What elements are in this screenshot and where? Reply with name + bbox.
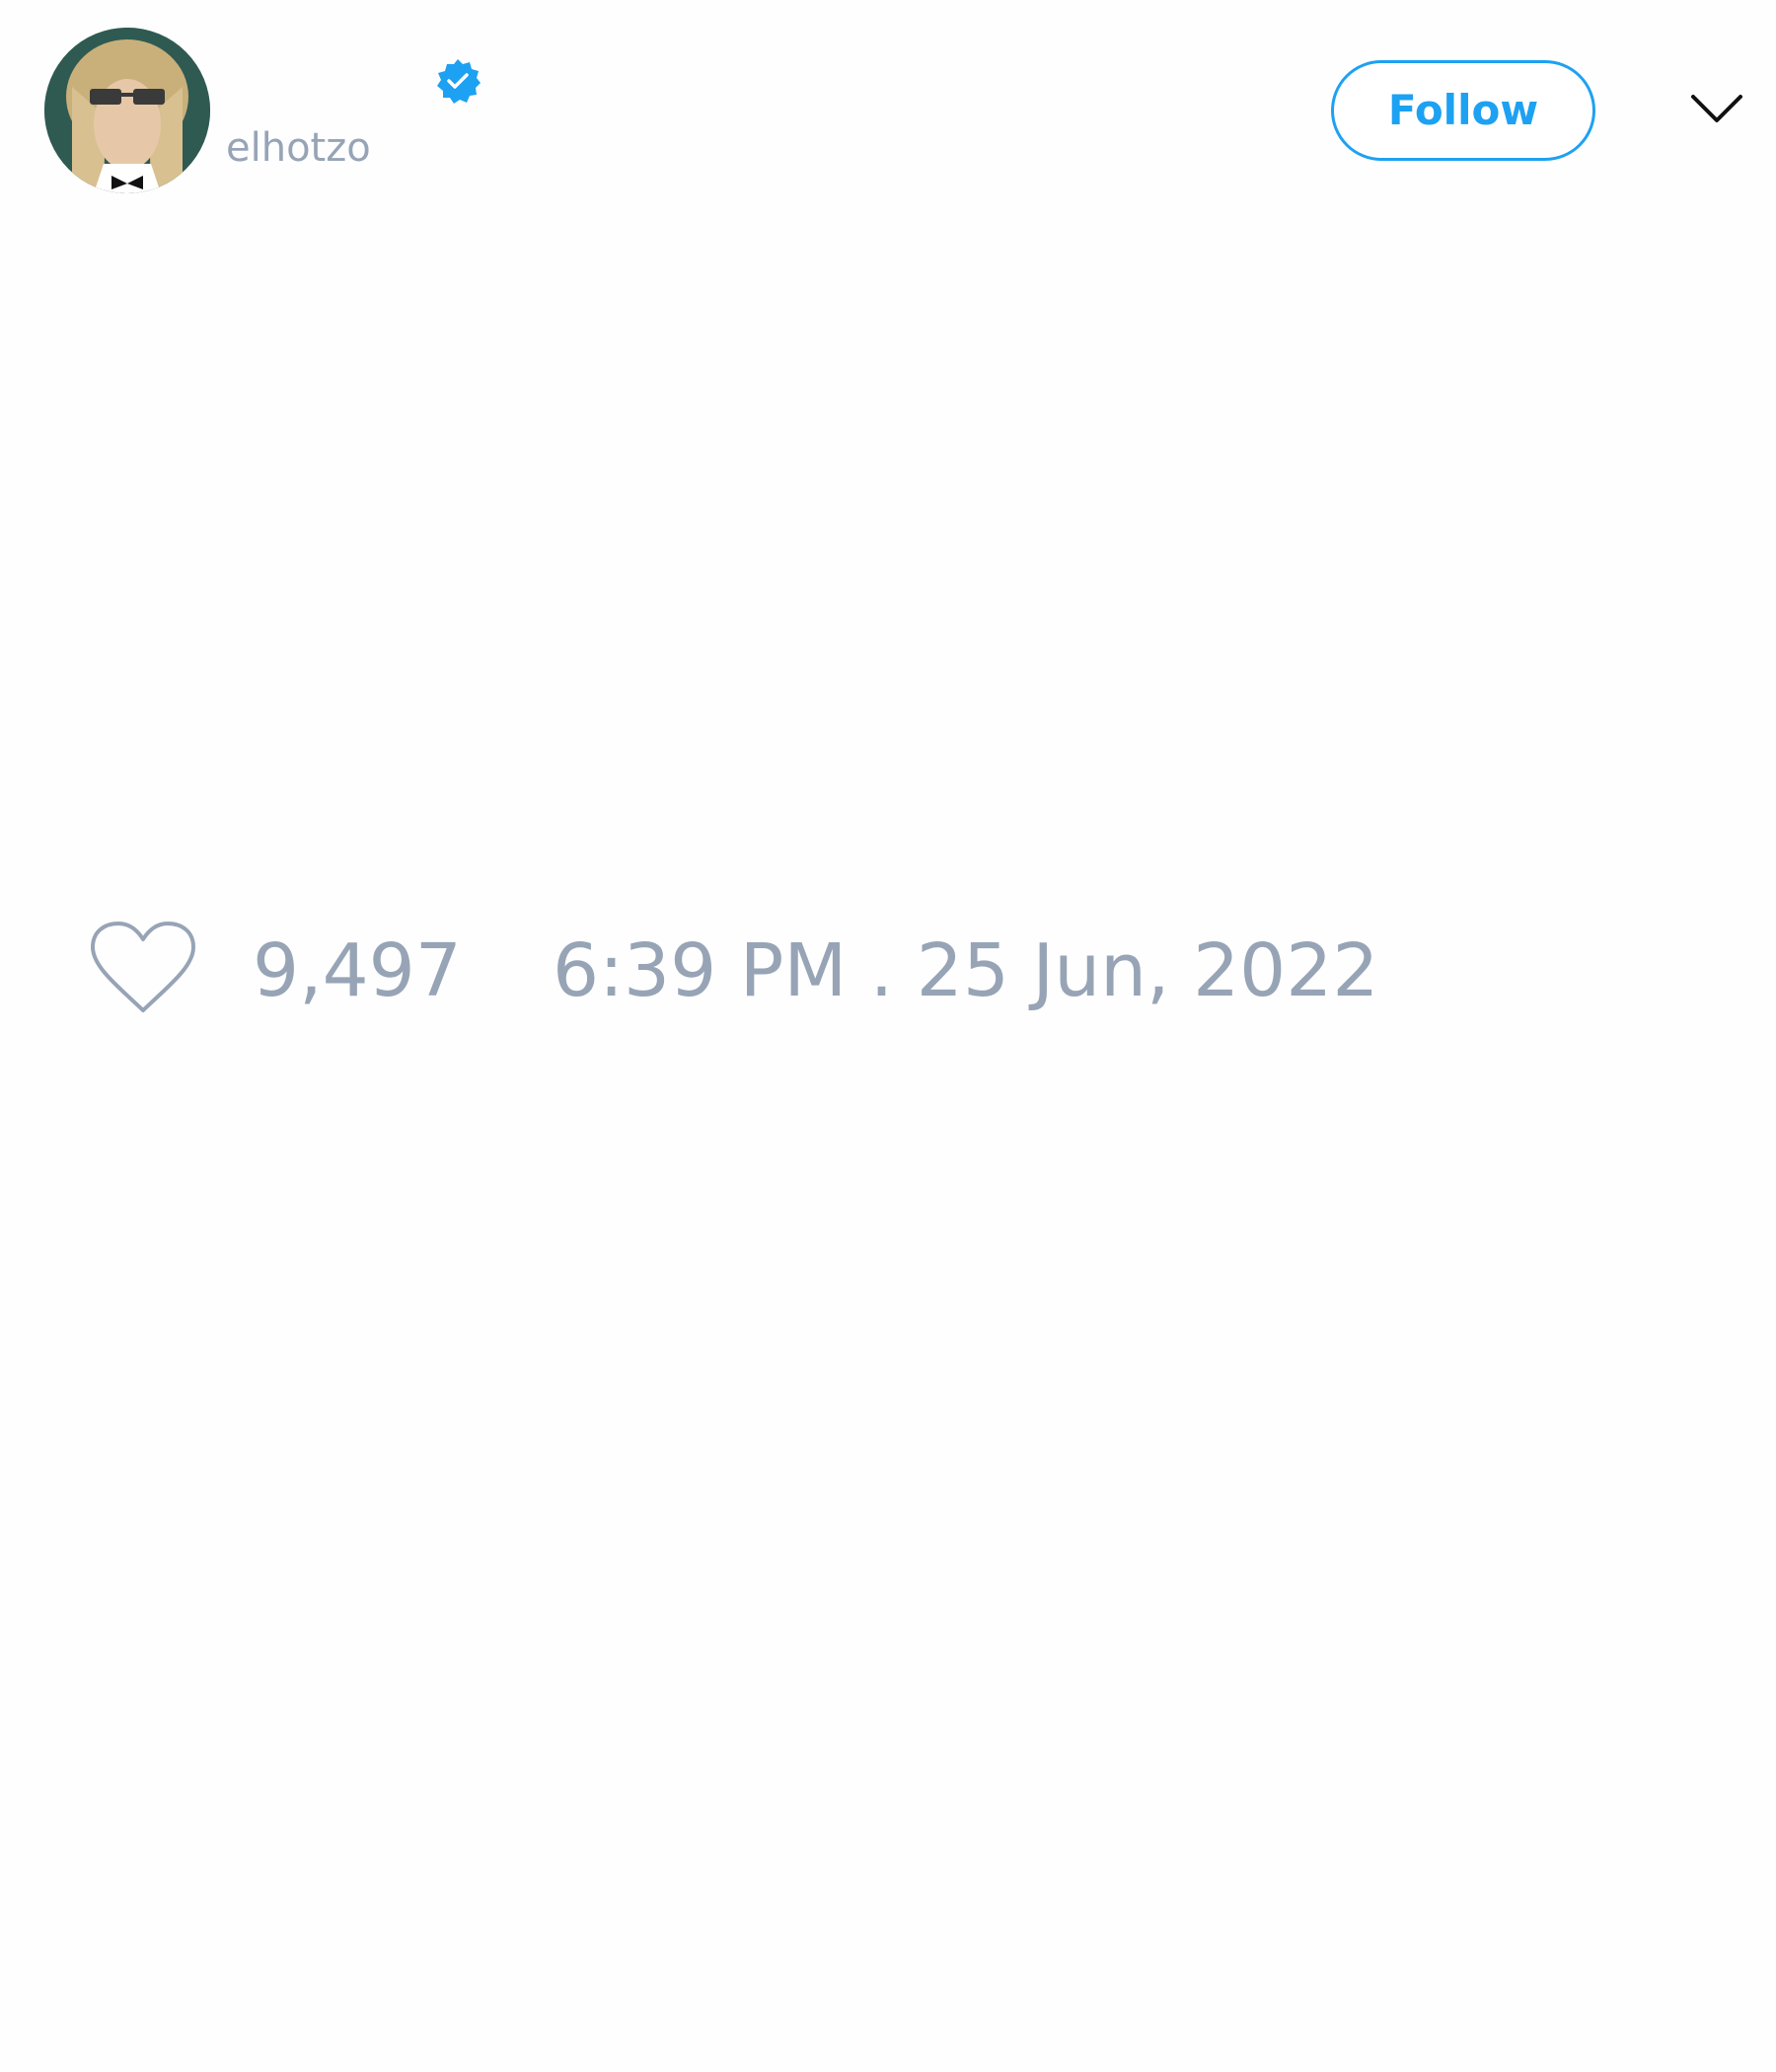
chevron-down-icon[interactable] <box>1687 85 1746 132</box>
avatar-image <box>44 28 210 193</box>
timestamp[interactable]: 6:39 PM . 25 Jun, 2022 <box>553 931 1378 1010</box>
heart-icon[interactable] <box>89 920 197 1016</box>
tweet-footer: 9,497 6:39 PM . 25 Jun, 2022 <box>0 908 1776 1026</box>
follow-button[interactable]: Follow <box>1331 60 1595 161</box>
username[interactable]: elhotzo <box>226 124 371 172</box>
tweet-header: elhotzo Follow <box>0 0 1776 217</box>
like-count: 9,497 <box>253 928 462 1013</box>
avatar[interactable] <box>44 28 210 193</box>
verified-badge-icon <box>437 59 481 104</box>
